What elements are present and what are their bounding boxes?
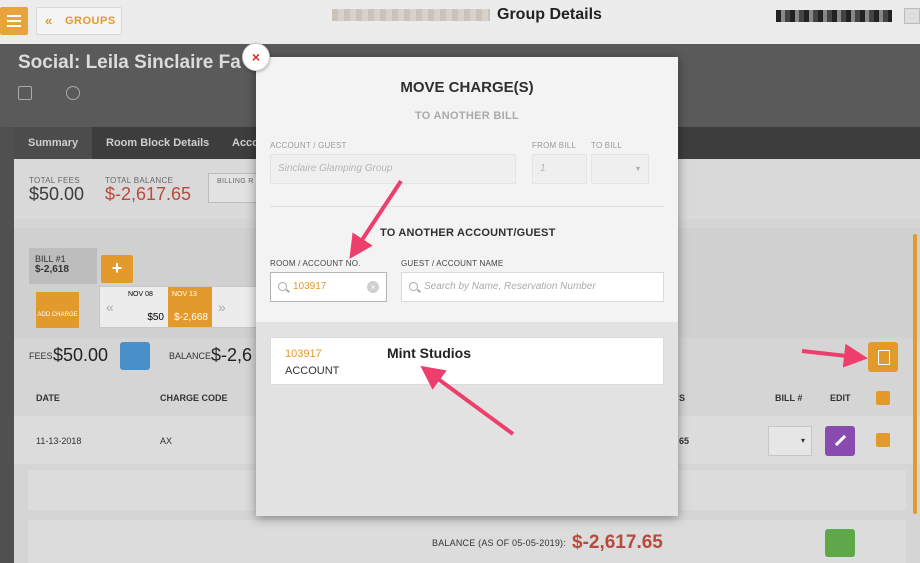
page-title: Group Details — [497, 6, 602, 23]
row-checkbox[interactable] — [876, 433, 890, 447]
next-dates-icon[interactable]: » — [218, 299, 226, 315]
close-modal-button[interactable]: × — [242, 43, 270, 71]
move-charges-button[interactable] — [868, 342, 898, 372]
to-bill-select[interactable] — [591, 154, 649, 184]
top-bar: « GROUPS Group Details — [0, 0, 920, 44]
hamburger-menu-icon[interactable] — [0, 7, 28, 35]
room-account-label: ROOM / ACCOUNT NO. — [270, 259, 361, 268]
modal-title: MOVE CHARGE(S) — [400, 79, 534, 96]
back-button-label: GROUPS — [65, 15, 116, 27]
date-label: NOV 13 — [172, 291, 197, 298]
billing-select[interactable]: BILLING R — [208, 173, 260, 203]
from-bill-label: FROM BILL — [532, 141, 577, 150]
row-bill-select[interactable]: ▾ — [768, 426, 812, 456]
move-charges-modal: MOVE CHARGE(S) TO ANOTHER BILL ACCOUNT /… — [256, 57, 678, 516]
table-balance-label: BALANCE (AS OF 05-05-2019): — [432, 538, 566, 548]
result-number: 103917 — [285, 348, 322, 360]
bill-tab-value: $-2,618 — [35, 264, 69, 275]
guest-name-placeholder: Search by Name, Reservation Number — [424, 281, 596, 292]
double-chevron-left-icon: « — [45, 13, 53, 28]
date-label: NOV 08 — [128, 291, 153, 298]
tab-room-block-details[interactable]: Room Block Details — [106, 127, 226, 159]
left-strip — [0, 127, 14, 563]
section-title-another-account: TO ANOTHER ACCOUNT/GUEST — [380, 227, 556, 239]
group-name: Social: Leila Sinclaire Fa — [18, 52, 241, 73]
date-cell-selected[interactable]: NOV 13 $-2,668 — [168, 287, 212, 327]
total-fees-value: $50.00 — [29, 184, 85, 204]
add-charge-label: ADD CHARGE — [37, 312, 78, 318]
search-result-item[interactable]: 103917 ACCOUNT Mint Studios — [270, 337, 664, 385]
modal-subtitle: TO ANOTHER BILL — [414, 110, 520, 122]
balance-value: $-2,6 — [211, 345, 253, 365]
fees-label: FEES — [29, 351, 53, 361]
col-edit: EDIT — [830, 393, 851, 403]
result-name: Mint Studios — [387, 345, 471, 361]
select-all-checkbox[interactable] — [876, 391, 890, 405]
date-strip: « NOV 08 $50 NOV 13 $-2,668 » — [99, 286, 261, 328]
search-icon — [409, 282, 418, 291]
blurred-user-info — [776, 10, 892, 22]
row-date: 11-13-2018 — [36, 436, 82, 446]
modal-divider — [270, 206, 664, 207]
guest-name-label: GUEST / ACCOUNT NAME — [401, 259, 504, 268]
prev-dates-icon[interactable]: « — [106, 299, 114, 315]
total-balance-value: $-2,617.65 — [105, 184, 192, 204]
billing-label: BILLING R — [217, 178, 254, 185]
building-icon[interactable] — [18, 86, 32, 100]
clear-input-icon[interactable]: × — [367, 281, 379, 293]
to-bill-label: TO BILL — [591, 141, 623, 150]
room-account-value: 103917 — [293, 281, 327, 292]
result-type: ACCOUNT — [285, 365, 340, 377]
wallet-icon[interactable] — [825, 529, 855, 557]
date-amount: $-2,668 — [174, 312, 208, 323]
globe-icon[interactable] — [66, 86, 80, 100]
blurred-property-name — [332, 9, 490, 21]
col-charge-code: CHARGE CODE — [160, 393, 228, 403]
bill-tab[interactable]: BILL #1 $-2,618 — [29, 248, 97, 284]
fees-value: $50.00 — [53, 345, 109, 365]
account-guest-label: ACCOUNT / GUEST — [270, 141, 347, 150]
user-menu-icon[interactable] — [904, 8, 920, 24]
col-amount: S — [679, 393, 686, 403]
tab-summary[interactable]: Summary — [14, 127, 92, 159]
scrollbar[interactable] — [913, 234, 917, 514]
guest-name-input[interactable]: Search by Name, Reservation Number — [401, 272, 664, 302]
add-charge-button[interactable]: ADD CHARGE — [36, 292, 79, 328]
back-to-groups-button[interactable]: « GROUPS — [36, 7, 122, 35]
invoice-document-icon[interactable] — [120, 342, 150, 370]
balance-label: BALANCE — [169, 351, 212, 361]
bill-tab-label: BILL #1 — [35, 254, 66, 264]
date-amount: $50 — [147, 312, 164, 323]
row-amount: 65 — [679, 436, 690, 446]
from-bill-field: 1 — [532, 154, 587, 184]
row-charge-code: AX — [160, 436, 173, 446]
table-balance-value: $-2,617.65 — [572, 532, 663, 553]
room-account-input[interactable]: 103917 × — [270, 272, 387, 302]
account-guest-field: Sinclaire Glamping Group — [270, 154, 516, 184]
date-cell[interactable]: NOV 08 $50 — [124, 287, 168, 327]
add-bill-button[interactable]: + — [101, 255, 133, 283]
col-bill-number: BILL # — [775, 393, 803, 403]
col-date: DATE — [36, 393, 60, 403]
search-icon — [278, 282, 287, 291]
edit-pencil-icon[interactable] — [825, 426, 855, 456]
